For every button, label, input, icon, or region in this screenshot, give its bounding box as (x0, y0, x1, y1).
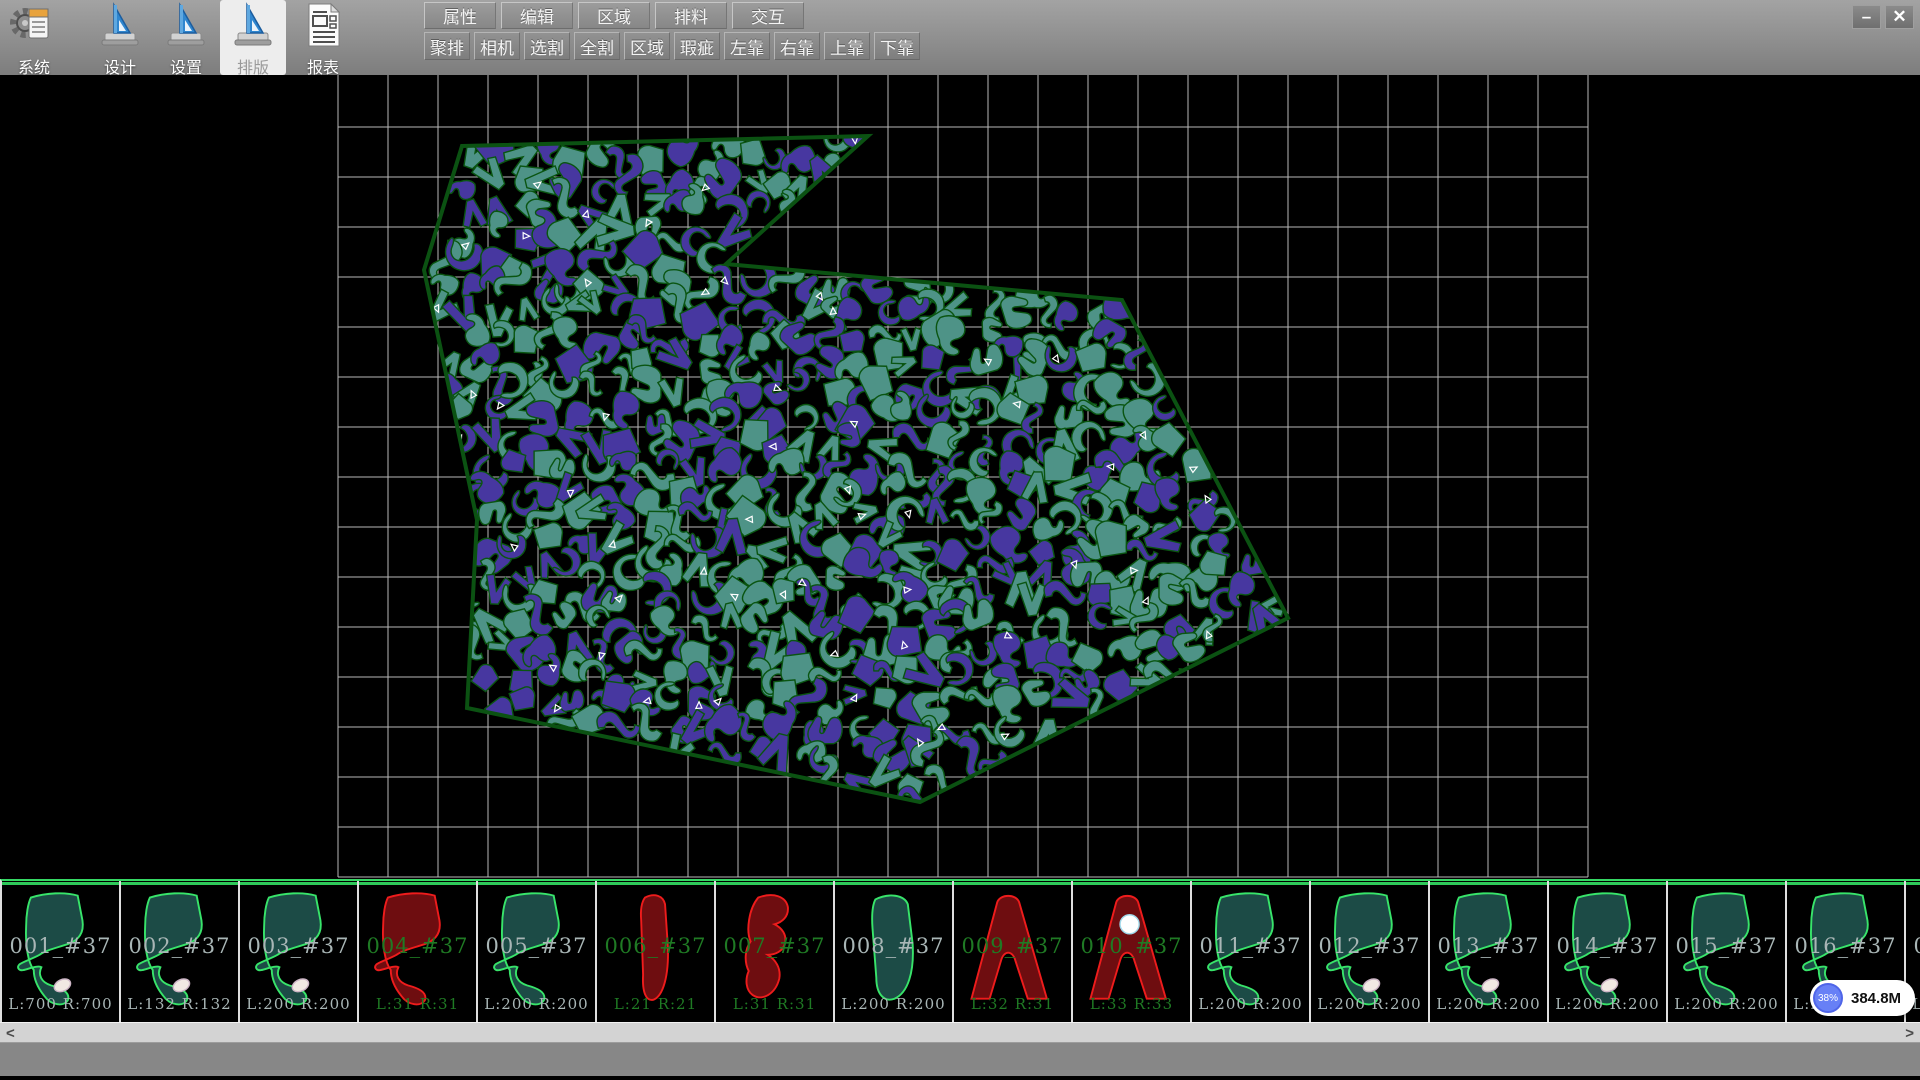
ruler-icon (160, 2, 212, 48)
piece-thumbnail-001[interactable]: 001_#37 L:700 R:700 (2, 881, 121, 1022)
piece-lr-label: L:200 R:200 (1430, 995, 1547, 1013)
piece-thumbnail-013[interactable]: 013_#37 L:200 R:200 (1430, 881, 1549, 1022)
tool-button-defect[interactable]: 瑕疵 (674, 32, 720, 60)
piece-thumbnail-008[interactable]: 008_#37 L:200 R:200 (835, 881, 954, 1022)
ruler-icon (94, 2, 146, 53)
piece-id-label: 005_#37 (478, 934, 595, 958)
menu-tab-row: 属性编辑区域排料交互 (424, 2, 809, 29)
piece-thumbnail-004[interactable]: 004_#37 L:31 R:31 (359, 881, 478, 1022)
tool-button-cut-all[interactable]: 全割 (574, 32, 620, 60)
tool-button-snap-right[interactable]: 右靠 (774, 32, 820, 60)
recording-overlay: 38% 384.8M (1810, 980, 1915, 1016)
piece-id-label: 011_#37 (1192, 934, 1309, 958)
app-button-settings[interactable]: 设置 (154, 0, 218, 75)
app-button-system[interactable]: 系统 (2, 0, 66, 75)
ruler-icon (160, 2, 212, 53)
piece-thumbnail-006[interactable]: 006_#37 L:21 R:21 (597, 881, 716, 1022)
tool-button-snap-up[interactable]: 上靠 (824, 32, 870, 60)
piece-id-label: 006_#37 (597, 934, 714, 958)
piece-thumbnail-005[interactable]: 005_#37 L:200 R:200 (478, 881, 597, 1022)
piece-thumbnail-009[interactable]: 009_#37 L:32 R:31 (954, 881, 1073, 1022)
piece-id-label: 012_#37 (1311, 934, 1428, 958)
piece-lr-label: L:21 R:21 (597, 995, 714, 1013)
app-window: 系统设计设置排版报表 属性编辑区域排料交互 聚排相机选割全割区域瑕疵左靠右靠上靠… (0, 0, 1920, 1080)
nesting-canvas[interactable] (0, 75, 1920, 881)
gear-notes-icon (8, 2, 60, 53)
piece-id-label: 007_#37 (716, 934, 833, 958)
piece-lr-label: L:200 R:200 (1192, 995, 1309, 1013)
tool-button-select-cut[interactable]: 选割 (524, 32, 570, 60)
memory-label: 384.8M (1851, 990, 1901, 1007)
close-button[interactable]: ✕ (1885, 5, 1914, 29)
ruler-icon (227, 2, 279, 53)
piece-id-label: 008_#37 (835, 934, 952, 958)
piece-lr-label: L:200 R:200 (478, 995, 595, 1013)
piece-lr-label: L:31 R:31 (359, 995, 476, 1013)
app-button-design[interactable]: 设计 (88, 0, 152, 75)
piece-thumbnail-011[interactable]: 011_#37 L:200 R:200 (1192, 881, 1311, 1022)
gear-notes-icon (8, 2, 60, 48)
report-icon (297, 2, 349, 53)
tool-button-row: 聚排相机选割全割区域瑕疵左靠右靠上靠下靠 (424, 32, 924, 60)
piece-lr-label: L:200 R:200 (240, 995, 357, 1013)
piece-thumbnail-015[interactable]: 015_#37 L:200 R:200 (1668, 881, 1787, 1022)
piece-lr-label: L:200 R:200 (1668, 995, 1785, 1013)
piece-id-label: 004_#37 (359, 934, 476, 958)
scroll-left-arrow[interactable]: < (6, 1023, 15, 1043)
piece-id-label: 015_#37 (1668, 934, 1785, 958)
piece-lr-label: L:32 R:31 (954, 995, 1071, 1013)
piece-id-label: 010_#37 (1073, 934, 1190, 958)
piece-lr-label: L:200 R:200 (835, 995, 952, 1013)
horizontal-scrollbar[interactable]: < > (0, 1022, 1920, 1042)
piece-id-label: 017_#37 (1906, 934, 1920, 958)
report-icon (297, 2, 349, 48)
tab-properties[interactable]: 属性 (424, 2, 496, 29)
tool-button-region[interactable]: 区域 (624, 32, 670, 60)
scroll-right-arrow[interactable]: > (1905, 1023, 1914, 1043)
piece-thumbnail-003[interactable]: 003_#37 L:200 R:200 (240, 881, 359, 1022)
piece-id-label: 009_#37 (954, 934, 1071, 958)
piece-lr-label: L:700 R:700 (2, 995, 119, 1013)
window-controls: – ✕ (1852, 5, 1914, 29)
piece-id-label: 001_#37 (2, 934, 119, 958)
piece-lr-label: L:132 R:132 (121, 995, 238, 1013)
tab-region[interactable]: 区域 (578, 2, 650, 29)
minimize-button[interactable]: – (1852, 5, 1881, 29)
tool-button-snap-left[interactable]: 左靠 (724, 32, 770, 60)
ruler-icon (94, 2, 146, 48)
piece-lr-label: L:33 R:33 (1073, 995, 1190, 1013)
piece-lr-label: L:31 R:31 (716, 995, 833, 1013)
app-button-layout[interactable]: 排版 (220, 0, 286, 75)
tab-edit[interactable]: 编辑 (501, 2, 573, 29)
status-bar (0, 1042, 1920, 1076)
tool-button-cluster-nest[interactable]: 聚排 (424, 32, 470, 60)
piece-thumbnail-strip: 001_#37L:700 R:700002_#37L:132 R:132003_… (0, 879, 1920, 1022)
piece-thumbnail-010[interactable]: 010_#37 L:33 R:33 (1073, 881, 1192, 1022)
percent-badge: 38% (1813, 983, 1843, 1013)
tool-button-camera[interactable]: 相机 (474, 32, 520, 60)
piece-id-label: 014_#37 (1549, 934, 1666, 958)
piece-thumbnail-014[interactable]: 014_#37 L:200 R:200 (1549, 881, 1668, 1022)
piece-id-label: 016_#37 (1787, 934, 1904, 958)
tool-button-snap-down[interactable]: 下靠 (874, 32, 920, 60)
piece-id-label: 003_#37 (240, 934, 357, 958)
tab-interact[interactable]: 交互 (732, 2, 804, 29)
piece-thumbnail-002[interactable]: 002_#37 L:132 R:132 (121, 881, 240, 1022)
toolbar: 系统设计设置排版报表 属性编辑区域排料交互 聚排相机选割全割区域瑕疵左靠右靠上靠… (0, 0, 1920, 76)
piece-thumbnail-007[interactable]: 007_#37 L:31 R:31 (716, 881, 835, 1022)
ruler-icon (227, 2, 279, 48)
piece-lr-label: L:200 R:200 (1311, 995, 1428, 1013)
app-button-report[interactable]: 报表 (288, 0, 358, 75)
piece-lr-label: L:200 R:200 (1549, 995, 1666, 1013)
piece-thumbnail-012[interactable]: 012_#37 L:200 R:200 (1311, 881, 1430, 1022)
piece-id-label: 002_#37 (121, 934, 238, 958)
tab-nesting[interactable]: 排料 (655, 2, 727, 29)
app-buttons: 系统设计设置排版报表 (0, 0, 358, 75)
piece-id-label: 013_#37 (1430, 934, 1547, 958)
